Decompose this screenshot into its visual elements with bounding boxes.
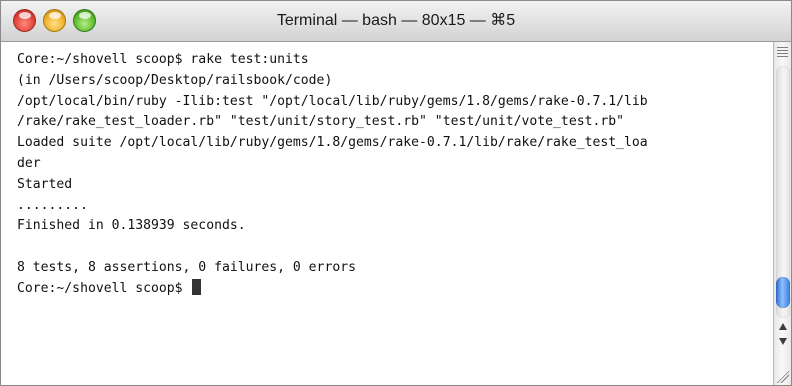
resize-grip-icon[interactable] [777, 371, 789, 383]
terminal-content[interactable]: Core:~/shovell scoop$ rake test:units (in… [1, 42, 773, 385]
terminal-line-9: Finished in 0.138939 seconds. [17, 218, 246, 234]
split-handle-icon[interactable] [777, 47, 788, 57]
terminal-output[interactable]: Core:~/shovell scoop$ rake test:units (in… [1, 42, 773, 300]
terminal-line-8: ......... [17, 197, 88, 213]
scroll-up-icon[interactable] [779, 323, 787, 330]
scroll-down-icon[interactable] [779, 338, 787, 345]
terminal-line-5: Loaded suite /opt/local/lib/ruby/gems/1.… [17, 135, 648, 151]
terminal-line-6: der [17, 155, 41, 171]
vertical-scrollbar[interactable] [773, 42, 791, 385]
terminal-line-2: (in /Users/scoop/Desktop/railsbook/code) [17, 72, 333, 88]
terminal-line-3: /opt/local/bin/ruby -Ilib:test "/opt/loc… [17, 93, 648, 109]
terminal-line-1: Core:~/shovell scoop$ rake test:units [17, 52, 309, 67]
scroll-thumb[interactable] [776, 277, 790, 308]
terminal-window: Terminal — bash — 80x15 — ⌘5 Core:~/shov… [0, 0, 792, 386]
terminal-line-7: Started [17, 176, 73, 192]
terminal-prompt: Core:~/shovell scoop$ [17, 280, 191, 296]
window-titlebar[interactable]: Terminal — bash — 80x15 — ⌘5 [1, 1, 791, 42]
text-cursor [192, 278, 202, 295]
window-title: Terminal — bash — 80x15 — ⌘5 [276, 12, 516, 29]
terminal-line-4: /rake/rake_test_loader.rb" "test/unit/st… [17, 114, 624, 130]
terminal-line-11: 8 tests, 8 assertions, 0 failures, 0 err… [17, 259, 356, 275]
terminal-line-10 [17, 237, 773, 258]
terminal-prompt-line[interactable]: Core:~/shovell scoop$ [17, 278, 773, 300]
